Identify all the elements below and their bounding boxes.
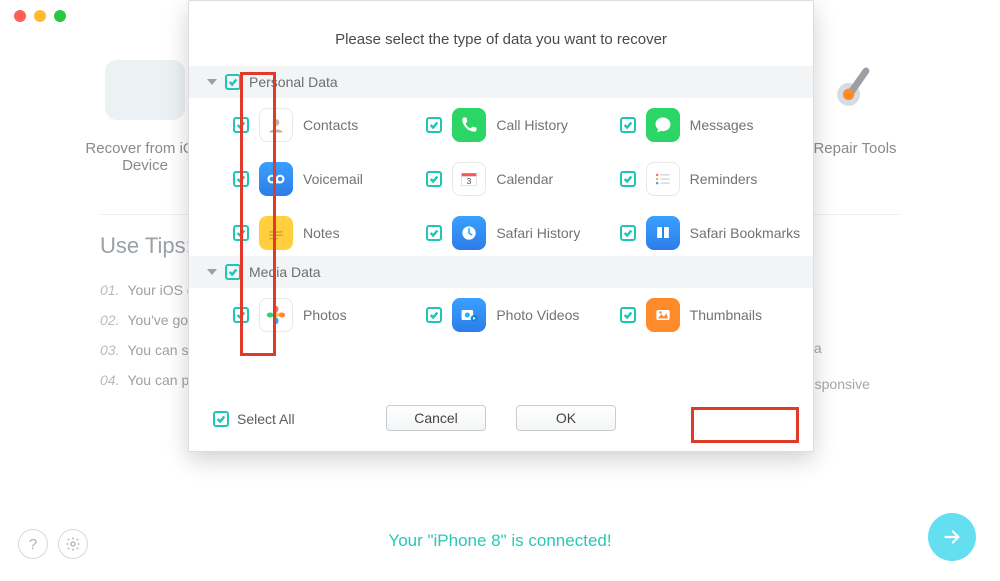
chevron-down-icon	[207, 269, 217, 275]
modal-title: Please select the type of data you want …	[189, 1, 813, 66]
checkbox-icon[interactable]	[426, 171, 442, 187]
select-all-label: Select All	[237, 411, 295, 427]
section-header[interactable]: Personal Data	[189, 66, 813, 98]
data-type-item[interactable]: Contacts	[233, 108, 426, 142]
data-type-item[interactable]: Messages	[620, 108, 813, 142]
checkbox-icon[interactable]	[213, 411, 229, 427]
data-type-item[interactable]: Notes	[233, 216, 426, 250]
wrench-icon	[815, 60, 895, 120]
photovideo-icon	[452, 298, 486, 332]
item-label: Notes	[303, 225, 340, 241]
section-title: Personal Data	[249, 74, 338, 90]
item-label: Call History	[496, 117, 568, 133]
section-title: Media Data	[249, 264, 321, 280]
device-icon	[105, 60, 185, 120]
ok-button[interactable]: OK	[516, 405, 616, 431]
connection-status: Your "iPhone 8" is connected!	[0, 531, 1000, 551]
item-label: Photos	[303, 307, 347, 323]
lines-icon	[646, 162, 680, 196]
chevron-down-icon	[207, 79, 217, 85]
data-type-item[interactable]: 3 Calendar	[426, 162, 619, 196]
thumb-icon	[646, 298, 680, 332]
select-all[interactable]: Select All	[213, 411, 295, 427]
help-icon[interactable]: ?	[18, 529, 48, 559]
item-label: Messages	[690, 117, 754, 133]
item-label: Reminders	[690, 171, 758, 187]
data-type-item[interactable]: Reminders	[620, 162, 813, 196]
data-type-item[interactable]: Photos	[233, 298, 426, 332]
data-type-modal: Please select the type of data you want …	[188, 0, 814, 452]
checkbox-icon[interactable]	[233, 117, 249, 133]
data-type-item[interactable]: Safari History	[426, 216, 619, 250]
data-type-item[interactable]: Voicemail	[233, 162, 426, 196]
calendar-icon: 3	[452, 162, 486, 196]
item-label: Contacts	[303, 117, 358, 133]
data-type-item[interactable]: Photo Videos	[426, 298, 619, 332]
svg-text:3: 3	[467, 176, 472, 186]
phone-icon	[452, 108, 486, 142]
section-header[interactable]: Media Data	[189, 256, 813, 288]
checkbox-icon[interactable]	[233, 225, 249, 241]
item-label: Thumbnails	[690, 307, 762, 323]
item-label: Safari History	[496, 225, 580, 241]
checkbox-icon[interactable]	[620, 307, 636, 323]
checkbox-icon[interactable]	[225, 264, 241, 280]
item-label: Voicemail	[303, 171, 363, 187]
checkbox-icon[interactable]	[620, 225, 636, 241]
checkbox-icon[interactable]	[426, 117, 442, 133]
flower-icon	[259, 298, 293, 332]
checkbox-icon[interactable]	[426, 307, 442, 323]
data-type-item[interactable]: Call History	[426, 108, 619, 142]
next-button[interactable]	[928, 513, 976, 561]
item-label: Photo Videos	[496, 307, 579, 323]
voicemail-icon	[259, 162, 293, 196]
notes-icon	[259, 216, 293, 250]
book-icon	[646, 216, 680, 250]
data-type-item[interactable]: Thumbnails	[620, 298, 813, 332]
settings-icon[interactable]	[58, 529, 88, 559]
contacts-icon	[259, 108, 293, 142]
checkbox-icon[interactable]	[620, 117, 636, 133]
checkbox-icon[interactable]	[233, 307, 249, 323]
data-type-item[interactable]: Safari Bookmarks	[620, 216, 813, 250]
bubble-icon	[646, 108, 680, 142]
checkbox-icon[interactable]	[225, 74, 241, 90]
clock-icon	[452, 216, 486, 250]
item-label: Calendar	[496, 171, 553, 187]
checkbox-icon[interactable]	[233, 171, 249, 187]
item-label: Safari Bookmarks	[690, 225, 800, 241]
checkbox-icon[interactable]	[620, 171, 636, 187]
cancel-button[interactable]: Cancel	[386, 405, 486, 431]
checkbox-icon[interactable]	[426, 225, 442, 241]
